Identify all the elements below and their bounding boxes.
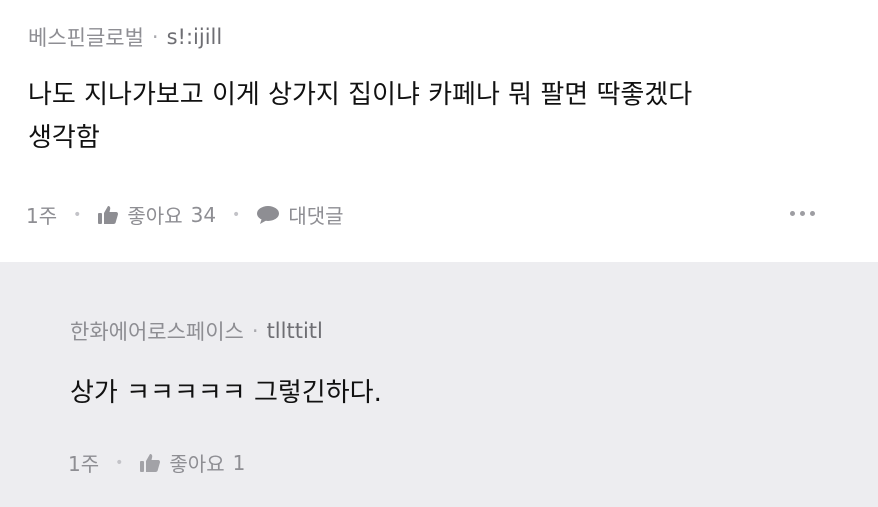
comment-handle: s!:ijill — [166, 25, 223, 49]
comment-text-line: 생각함 — [28, 123, 100, 153]
comment-action-bar: 1주 • 좋아요 34 • 대댓글 — [26, 200, 344, 229]
more-dot — [810, 211, 815, 216]
like-label: 좋아요 — [169, 452, 225, 476]
reply-label: 대댓글 — [288, 204, 344, 228]
reply-time: 1주 — [68, 452, 100, 476]
like-label: 좋아요 — [127, 204, 183, 228]
thumbs-up-icon — [98, 205, 119, 224]
header-separator: · — [251, 319, 259, 343]
like-count: 34 — [190, 202, 217, 227]
reply-author[interactable]: 한화에어로스페이스 — [70, 316, 244, 346]
more-dot — [800, 211, 805, 216]
reply-text: 상가 ㅋㅋㅋㅋㅋ 그렇긴하다. — [70, 378, 382, 408]
action-separator: • — [73, 206, 82, 223]
header-separator: · — [151, 25, 159, 49]
action-separator: • — [232, 206, 241, 223]
like-button[interactable]: 좋아요 34 — [97, 200, 216, 229]
action-separator: • — [115, 454, 124, 471]
reply-header: 한화에어로스페이스 · tllttitl — [70, 316, 323, 346]
reply-handle: tllttitl — [266, 319, 323, 343]
comment-header: 베스핀글로벌 · s!:ijill — [28, 22, 222, 52]
comment-text-line: 나도 지나가보고 이게 상가지 집이냐 카페나 뭐 팔면 딱좋겠다 — [28, 80, 693, 110]
reply-button[interactable]: 대댓글 — [256, 200, 344, 229]
reply-action-bar: 1주 • 좋아요 1 — [68, 448, 245, 477]
speech-bubble-icon — [257, 205, 280, 224]
comment-time: 1주 — [26, 204, 58, 228]
comment-card: 베스핀글로벌 · s!:ijill 나도 지나가보고 이게 상가지 집이냐 카페… — [0, 0, 878, 262]
comment-author[interactable]: 베스핀글로벌 — [28, 22, 144, 52]
like-button[interactable]: 좋아요 1 — [139, 448, 245, 477]
more-icon[interactable] — [790, 211, 815, 216]
more-dot — [790, 211, 795, 216]
reply-card: 한화에어로스페이스 · tllttitl 상가 ㅋㅋㅋㅋㅋ 그렇긴하다. 1주 … — [0, 262, 878, 507]
thumbs-up-icon — [140, 453, 161, 472]
comment-text: 나도 지나가보고 이게 상가지 집이냐 카페나 뭐 팔면 딱좋겠다 생각함 — [28, 74, 692, 160]
like-count: 1 — [232, 450, 246, 475]
